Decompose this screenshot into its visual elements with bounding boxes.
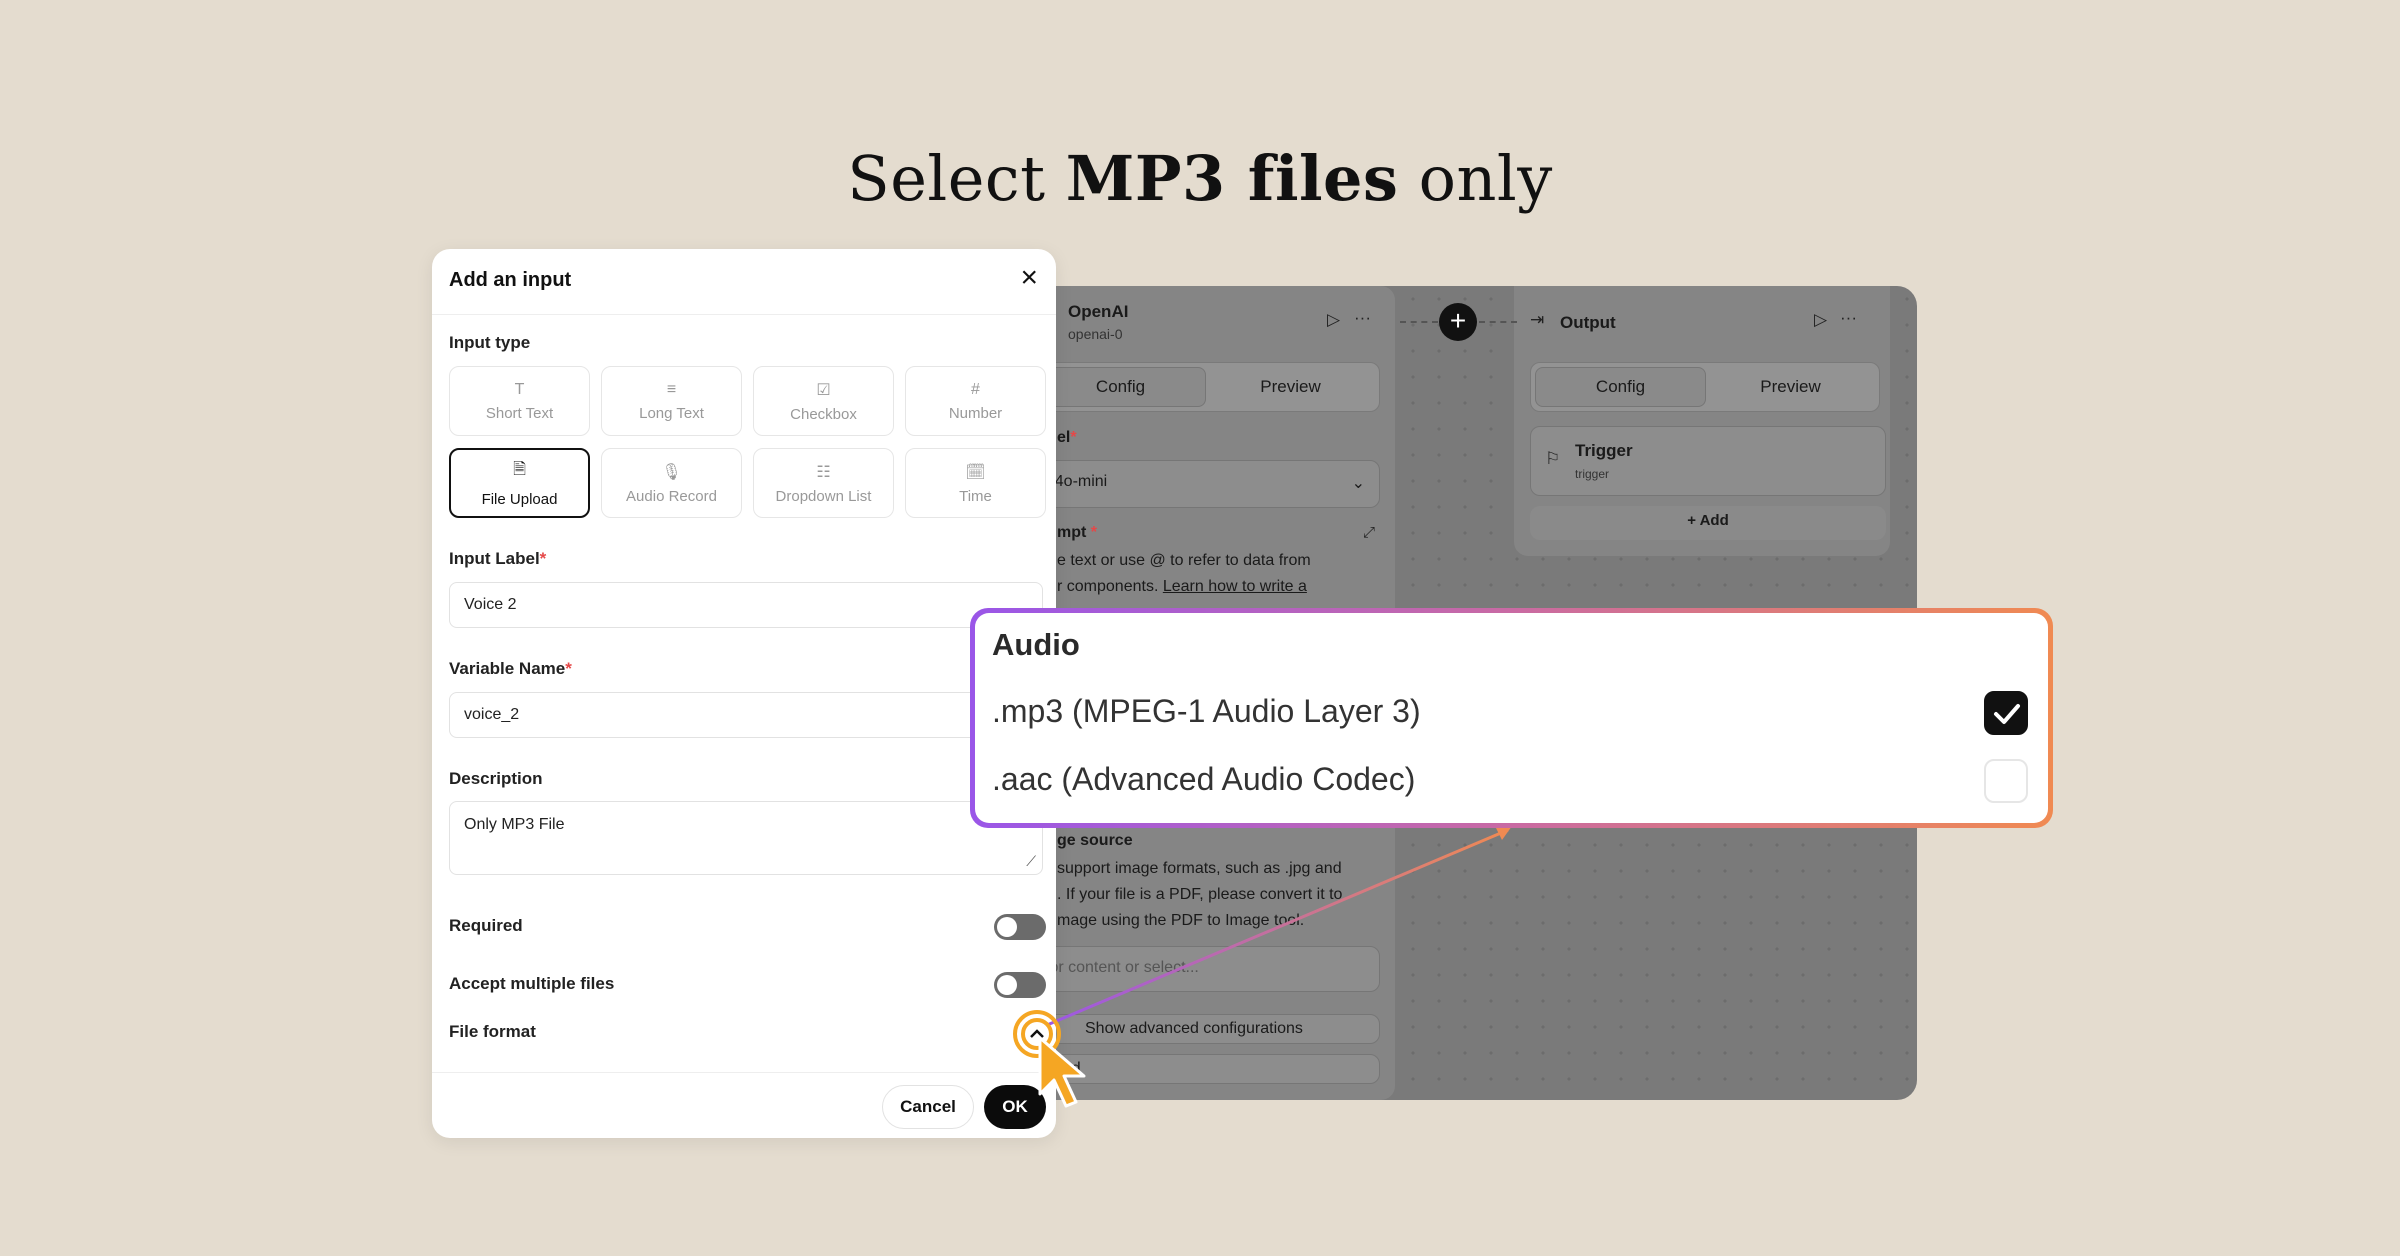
cursor-icon xyxy=(1010,1010,1100,1125)
format-option-aac: .aac (Advanced Audio Codec) xyxy=(992,761,1416,797)
mp3-checkbox[interactable] xyxy=(1984,691,2028,735)
format-option-mp3: .mp3 (MPEG-1 Audio Layer 3) xyxy=(992,693,1421,729)
callout-title: Audio xyxy=(992,627,1080,662)
aac-checkbox[interactable] xyxy=(1984,759,2028,803)
audio-format-callout: Audio .mp3 (MPEG-1 Audio Layer 3) .aac (… xyxy=(970,608,2053,828)
check-icon xyxy=(1994,704,2020,724)
